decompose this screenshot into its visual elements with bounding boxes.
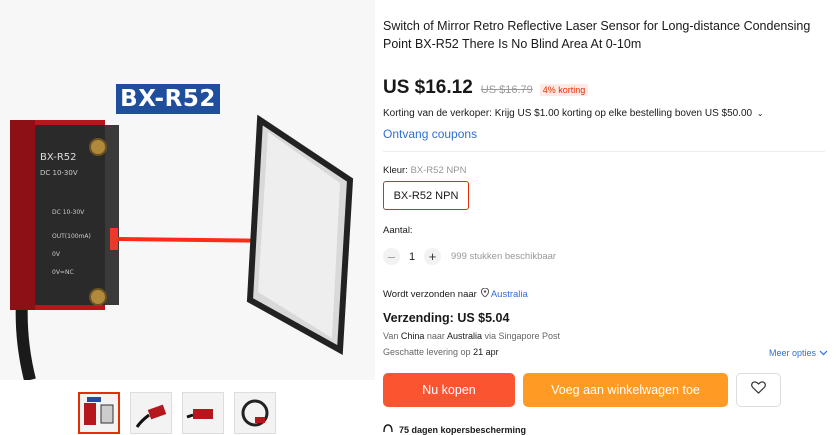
more-options-label: Meer opties	[768, 348, 816, 358]
ship-to-row: Wordt verzonden naar Australia	[383, 287, 528, 300]
quantity-value[interactable]: 1	[400, 251, 424, 263]
ship-to-label: Wordt verzonden naar	[383, 288, 477, 300]
main-product-image[interactable]: BX-R52 BX-R52 DC 10-30V DC 10-30V OUT(10…	[0, 0, 375, 380]
buyer-protection[interactable]: 75 dagen kopersbescherming	[383, 424, 526, 435]
thumbnail-1[interactable]	[78, 392, 120, 434]
divider	[383, 151, 825, 152]
eta-label: Geschatte levering op	[383, 347, 471, 357]
chevron-down-icon[interactable]: ⌄	[757, 109, 764, 118]
sensor-label-voltage: DC 10-30V	[40, 169, 78, 177]
quantity-stepper: – 1 + 999 stukken beschikbaar	[383, 248, 556, 265]
color-label-text: Kleur:	[383, 165, 408, 176]
location-pin-icon	[480, 287, 489, 300]
shield-icon	[383, 424, 393, 435]
sensor-label-pin1: DC 10-30V	[52, 209, 85, 216]
route-destination: Australia	[446, 331, 482, 341]
discount-badge: 4% korting	[539, 84, 589, 96]
sensor-label-pin3: 0V	[52, 251, 61, 258]
current-price: US $16.12	[383, 77, 473, 98]
quantity-decrease-button[interactable]: –	[383, 248, 400, 265]
ship-to-country-link[interactable]: Australia	[491, 289, 528, 300]
route-origin: China	[400, 331, 425, 341]
thumbnail-2[interactable]	[130, 392, 172, 434]
buyer-protection-text: 75 dagen kopersbescherming	[399, 424, 527, 435]
more-shipping-options-link[interactable]: Meer opties	[769, 348, 828, 358]
get-coupons-link[interactable]: Ontvang coupons	[383, 127, 477, 141]
wishlist-button[interactable]	[736, 373, 781, 407]
buy-now-button[interactable]: Nu kopen	[383, 373, 515, 407]
sensor-illustration: BX-R52 DC 10-30V DC 10-30V OUT(100mA) 0V…	[10, 114, 354, 380]
shipping-route: Van China naar Australia via Singapore P…	[383, 331, 560, 341]
original-price: US $16.79	[480, 84, 533, 96]
add-to-cart-button[interactable]: Voeg aan winkelwagen toe	[523, 373, 728, 407]
sensor-cable	[15, 299, 36, 380]
heart-icon	[751, 381, 766, 399]
color-value: BX-R52 NPN	[410, 165, 467, 176]
color-label: Kleur: BX-R52 NPN	[383, 165, 466, 176]
product-title: Switch of Mirror Retro Reflective Laser …	[383, 19, 811, 51]
thumbnail-strip	[78, 392, 276, 434]
sensor-label-model: BX-R52	[40, 152, 77, 163]
seller-discount-text: Korting van de verkoper: Krijg US $1.00 …	[383, 108, 753, 119]
variant-option-bx-r52-npn[interactable]: BX-R52 NPN	[383, 181, 469, 210]
chevron-down-icon	[819, 348, 828, 358]
route-to-label: naar	[426, 331, 445, 341]
shipping-cost: Verzending: US $5.04	[383, 311, 510, 325]
price-row: US $16.12 US $16.79 4% korting	[383, 77, 589, 99]
laser-emitter	[110, 228, 118, 250]
thumbnail-4[interactable]	[234, 392, 276, 434]
seller-discount[interactable]: Korting van de verkoper: Krijg US $1.00 …	[383, 108, 764, 119]
quantity-label: Aantal:	[383, 225, 413, 236]
thumbnail-3[interactable]	[182, 392, 224, 434]
estimated-delivery: Geschatte levering op 21 apr	[383, 347, 499, 357]
route-carrier: via Singapore Post	[484, 331, 561, 341]
sensor-label-pin4: 0V=NC	[52, 269, 74, 276]
sensor-label-pin2: OUT(100mA)	[52, 233, 91, 240]
eta-date: 21 apr	[473, 347, 499, 357]
quantity-increase-button[interactable]: +	[424, 248, 441, 265]
route-from-label: Van	[383, 331, 399, 341]
stock-available: 999 stukken beschikbaar	[451, 251, 557, 262]
